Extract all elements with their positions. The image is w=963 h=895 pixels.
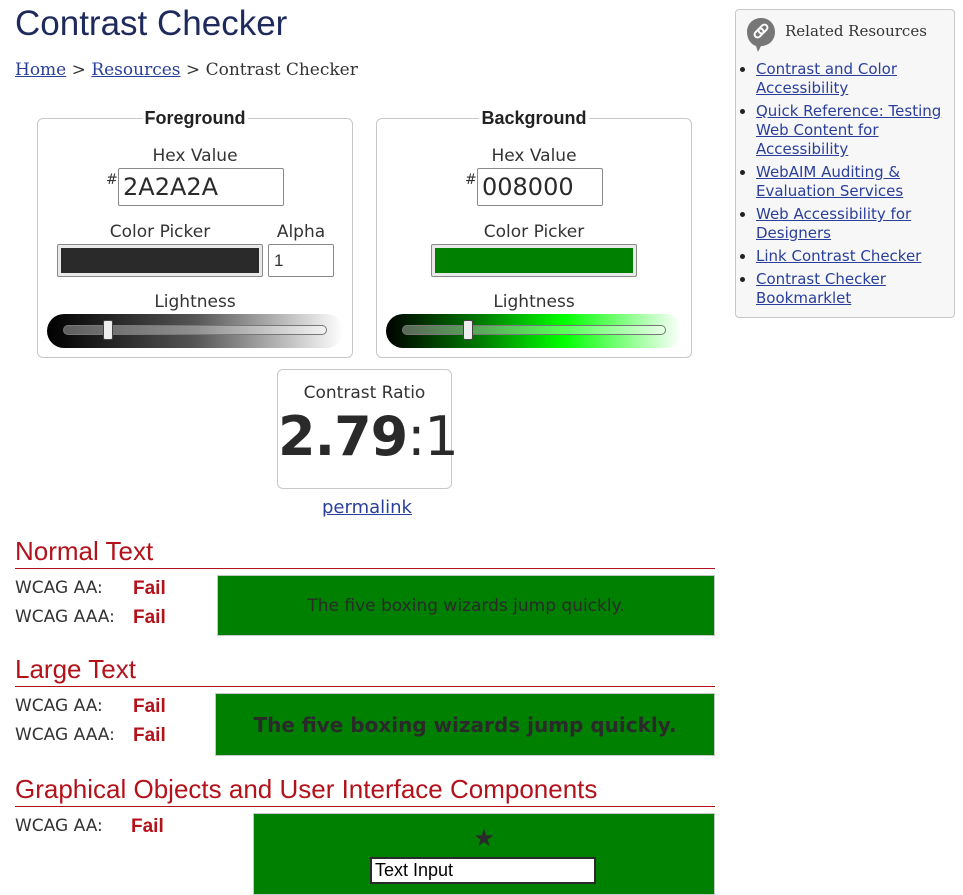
breadcrumb-separator: >: [185, 60, 201, 80]
foreground-hash: #: [106, 172, 118, 188]
normal-aa-result: Fail: [133, 578, 166, 599]
related-link[interactable]: Quick Reference: Testing Web Content for…: [756, 102, 941, 158]
contrast-ratio-box: Contrast Ratio 2.79:1: [277, 369, 459, 489]
sample-text-input[interactable]: [370, 857, 596, 884]
related-link-item: Link Contrast Checker: [756, 247, 956, 266]
sidebar-title: Related Resources: [785, 22, 927, 40]
foreground-picker-label: Color Picker: [109, 222, 211, 242]
normal-aaa-result: Fail: [133, 607, 166, 628]
background-hex-label: Hex Value: [491, 146, 577, 166]
background-lightness-thumb[interactable]: [463, 320, 473, 340]
contrast-ratio-value: 2.79:1: [278, 405, 459, 468]
normal-text-preview: The five boxing wizards jump quickly.: [217, 575, 715, 636]
permalink-link[interactable]: permalink: [322, 497, 412, 518]
normal-text-heading: Normal Text: [15, 536, 154, 566]
background-hex-input[interactable]: [477, 168, 603, 206]
background-color-picker[interactable]: [431, 244, 637, 277]
breadcrumb-separator: >: [71, 60, 86, 80]
graphical-objects-preview: ★: [253, 813, 715, 895]
foreground-lightness-slider[interactable]: [47, 314, 343, 348]
related-link[interactable]: Contrast Checker Bookmarklet: [756, 270, 886, 307]
background-color-swatch: [435, 248, 633, 273]
graphical-aa-label: WCAG AA:: [15, 816, 103, 836]
background-picker-label: Color Picker: [483, 222, 585, 242]
foreground-color-swatch: [61, 248, 259, 273]
large-text-sample: The five boxing wizards jump quickly.: [253, 712, 677, 737]
normal-aa-label: WCAG AA:: [15, 578, 103, 598]
foreground-hex-label: Hex Value: [152, 146, 238, 166]
related-link[interactable]: Contrast and Color Accessibility: [756, 60, 897, 97]
breadcrumb-home-link[interactable]: Home: [15, 60, 66, 80]
foreground-legend: Foreground: [144, 108, 246, 128]
background-legend: Background: [481, 108, 587, 128]
link-icon: [747, 18, 775, 52]
related-link[interactable]: WebAIM Auditing & Evaluation Services: [756, 163, 903, 200]
large-aaa-label: WCAG AAA:: [15, 725, 115, 745]
large-aa-label: WCAG AA:: [15, 696, 103, 716]
normal-aaa-label: WCAG AAA:: [15, 607, 115, 627]
related-links-list: Contrast and Color Accessibility Quick R…: [736, 60, 956, 312]
contrast-ratio-label: Contrast Ratio: [303, 383, 426, 403]
background-lightness-label: Lightness: [493, 292, 575, 312]
alpha-label: Alpha: [276, 222, 326, 242]
related-link-item: Contrast Checker Bookmarklet: [756, 270, 956, 308]
graphical-objects-divider: [15, 806, 715, 807]
related-link[interactable]: Link Contrast Checker: [756, 247, 921, 265]
page-title: Contrast Checker: [15, 4, 288, 43]
foreground-color-picker[interactable]: [57, 244, 263, 277]
foreground-lightness-thumb[interactable]: [102, 320, 113, 340]
foreground-lightness-label: Lightness: [154, 292, 236, 312]
large-aa-result: Fail: [133, 696, 166, 717]
foreground-hex-input[interactable]: [118, 168, 284, 206]
normal-text-divider: [15, 568, 715, 569]
graphical-aa-result: Fail: [131, 816, 164, 837]
breadcrumb-current: Contrast Checker: [205, 60, 358, 80]
large-text-divider: [15, 686, 715, 687]
related-link[interactable]: Web Accessibility for Designers: [756, 205, 911, 242]
background-hash: #: [465, 172, 477, 188]
graphical-objects-heading: Graphical Objects and User Interface Com…: [15, 774, 598, 804]
related-resources-sidebar: Related Resources Contrast and Color Acc…: [735, 9, 955, 318]
related-link-item: Web Accessibility for Designers: [756, 205, 956, 243]
related-link-item: Quick Reference: Testing Web Content for…: [756, 102, 956, 159]
related-link-item: Contrast and Color Accessibility: [756, 60, 956, 98]
large-aaa-result: Fail: [133, 725, 166, 746]
large-text-heading: Large Text: [15, 654, 136, 684]
breadcrumb-resources-link[interactable]: Resources: [91, 60, 180, 80]
background-lightness-slider[interactable]: [386, 314, 682, 348]
normal-text-sample: The five boxing wizards jump quickly.: [307, 595, 625, 616]
alpha-input[interactable]: [268, 244, 334, 277]
contrast-ratio-number: 2.79: [278, 405, 408, 468]
breadcrumb: Home > Resources > Contrast Checker: [15, 60, 358, 80]
related-link-item: WebAIM Auditing & Evaluation Services: [756, 163, 956, 201]
contrast-ratio-suffix: :1: [407, 405, 459, 468]
large-text-preview: The five boxing wizards jump quickly.: [215, 693, 715, 756]
star-icon: ★: [473, 824, 495, 852]
